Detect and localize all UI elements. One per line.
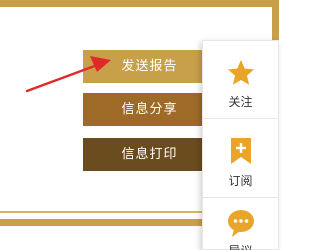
print-info-button[interactable]: 信息打印 bbox=[83, 138, 216, 171]
follow-tool[interactable]: 关注 bbox=[203, 41, 278, 118]
chat-bubble-icon bbox=[228, 210, 254, 237]
screen: 发送报告 信息分享 信息打印 关注 订阅 bbox=[0, 0, 279, 250]
guide-label: 导议 bbox=[203, 242, 278, 250]
follow-label: 关注 bbox=[228, 95, 253, 109]
side-toolbar: 关注 订阅 导议 bbox=[202, 40, 279, 250]
bookmark-plus-icon bbox=[231, 138, 251, 164]
subscribe-label: 订阅 bbox=[228, 174, 253, 188]
guide-tool[interactable]: 导议 bbox=[203, 198, 278, 250]
send-report-button[interactable]: 发送报告 bbox=[83, 50, 216, 83]
share-info-button[interactable]: 信息分享 bbox=[83, 93, 216, 126]
star-icon bbox=[228, 60, 254, 85]
subscribe-tool[interactable]: 订阅 bbox=[203, 119, 278, 197]
